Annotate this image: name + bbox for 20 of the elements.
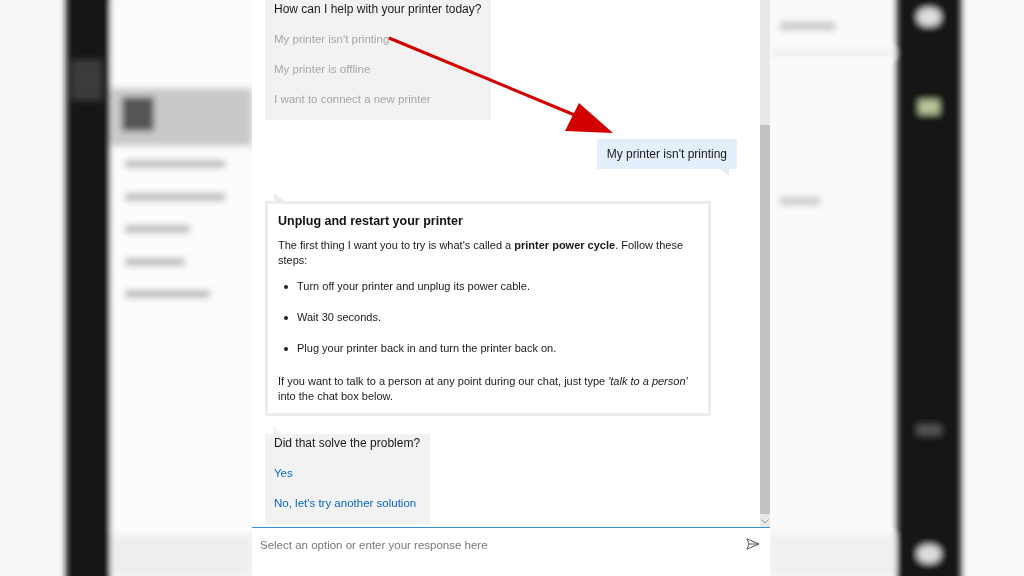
step-text: Plug your printer back in and turn the printer back on. xyxy=(297,341,557,356)
reply-option[interactable]: Yes xyxy=(274,465,293,481)
scrollbar-thumb[interactable] xyxy=(760,125,770,514)
bot-question: Did that solve the problem? xyxy=(274,435,421,451)
bullet-icon xyxy=(284,315,288,320)
bot-question: How can I help with your printer today? xyxy=(274,1,482,17)
bullet-icon xyxy=(284,346,288,351)
step-text: Wait 30 seconds. xyxy=(297,310,381,325)
user-message: My printer isn't printing xyxy=(596,139,737,169)
card-paragraph: The first thing I want you to try is what's called a printer power cycle. Follow these steps: xyxy=(278,238,684,268)
step-text: Turn off your printer and unplug its power cable. xyxy=(297,279,530,294)
response-field[interactable]: Select an option or enter your response here xyxy=(260,537,738,553)
speech-tail xyxy=(720,169,729,176)
send-button[interactable] xyxy=(746,538,760,550)
card-paragraph: If you want to talk to a person at any point during our chat, just type 'talk to a person' into the chat box below. xyxy=(278,374,689,404)
bullet-icon xyxy=(284,284,288,289)
card-title: Unplug and restart your printer xyxy=(278,214,464,228)
chevron-down-icon[interactable] xyxy=(761,518,769,524)
scrollbar[interactable] xyxy=(760,0,770,527)
reply-option[interactable]: No, let's try another solution xyxy=(274,495,417,511)
